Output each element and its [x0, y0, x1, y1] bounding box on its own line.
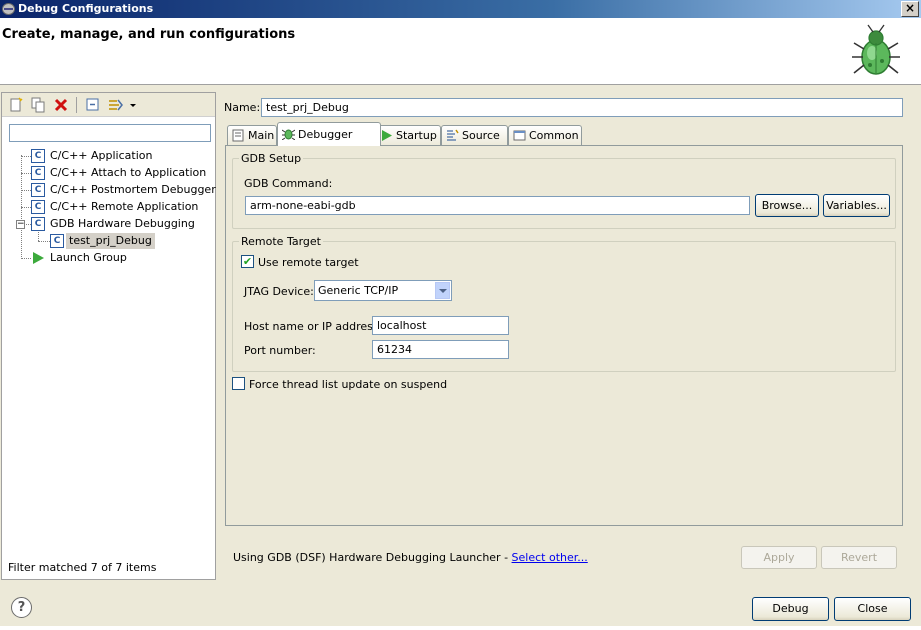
tree-connector [21, 207, 31, 208]
tab-label: Main [248, 129, 275, 142]
variables-button[interactable]: Variables... [823, 194, 890, 217]
remote-target-title: Remote Target [239, 235, 323, 248]
launcher-text: Using GDB (DSF) Hardware Debugging Launc… [233, 551, 512, 564]
c-config-icon: C [31, 217, 45, 231]
config-tabs: Main Debugger Startup Source Common [225, 122, 903, 146]
gdb-command-input[interactable]: arm-none-eabi-gdb [245, 196, 750, 215]
startup-tab-icon [382, 130, 392, 141]
debug-app-icon [2, 3, 15, 15]
host-input[interactable]: localhost [372, 316, 509, 335]
toolbar-separator [76, 97, 77, 113]
revert-button[interactable]: Revert [821, 546, 897, 569]
delete-config-icon[interactable] [53, 97, 69, 113]
tree-item-label: C/C++ Postmortem Debugger [50, 183, 216, 196]
close-button[interactable]: Close [834, 597, 911, 621]
gdb-setup-title: GDB Setup [239, 152, 304, 165]
force-thread-update-label: Force thread list update on suspend [249, 378, 448, 391]
tree-connector [21, 190, 31, 191]
browse-button[interactable]: Browse... [755, 194, 819, 217]
force-thread-update-checkbox[interactable] [232, 377, 245, 390]
tree-connector [21, 155, 22, 257]
tree-item-label: test_prj_Debug [66, 233, 155, 249]
port-label: Port number: [244, 344, 316, 357]
select-other-link[interactable]: Select other... [512, 551, 588, 564]
c-config-icon: C [50, 234, 64, 248]
window-title: Debug Configurations [18, 2, 154, 15]
bottom-edge [0, 626, 921, 630]
jtag-device-select[interactable]: Generic TCP/IP [314, 280, 452, 301]
tab-label: Startup [396, 129, 437, 142]
tab-common[interactable]: Common [508, 125, 582, 146]
tab-debugger[interactable]: Debugger [277, 122, 381, 146]
dialog-header: Create, manage, and run configurations [0, 18, 921, 85]
debug-button[interactable]: Debug [752, 597, 829, 621]
port-input[interactable]: 61234 [372, 340, 509, 359]
apply-button[interactable]: Apply [741, 546, 817, 569]
debugger-tab-panel: GDB Setup GDB Command: arm-none-eabi-gdb… [225, 145, 903, 526]
gdb-setup-group: GDB Setup GDB Command: arm-none-eabi-gdb… [232, 152, 896, 229]
name-label: Name: [224, 101, 261, 114]
dialog-header-title: Create, manage, and run configurations [2, 27, 296, 42]
filter-icon[interactable] [108, 97, 124, 113]
jtag-device-label: JTAG Device: [244, 285, 314, 298]
chevron-down-icon[interactable] [435, 282, 450, 299]
tree-connector [21, 173, 31, 174]
config-list-toolbar [2, 93, 215, 117]
tree-connector [38, 241, 50, 242]
collapse-all-icon[interactable] [85, 97, 101, 113]
window-close-button[interactable]: × [901, 1, 919, 17]
tree-connector [21, 258, 31, 259]
tree-connector [21, 156, 31, 157]
tree-item-label: Launch Group [50, 251, 127, 264]
tab-source[interactable]: Source [441, 125, 508, 146]
gdb-command-label: GDB Command: [244, 177, 333, 190]
bug-icon [852, 24, 900, 75]
config-list-panel: − C C/C++ Application C C/C++ Attach to … [1, 92, 216, 580]
c-config-icon: C [31, 183, 45, 197]
tab-startup[interactable]: Startup [375, 125, 441, 146]
duplicate-config-icon[interactable] [30, 97, 46, 113]
debugger-tab-icon [282, 129, 295, 140]
c-config-icon: C [31, 166, 45, 180]
window-title-bar: Debug Configurations × [0, 0, 921, 18]
tree-connector [38, 232, 39, 241]
source-tab-icon [447, 129, 459, 141]
launcher-info: Using GDB (DSF) Hardware Debugging Launc… [233, 551, 588, 564]
use-remote-target-label: Use remote target [258, 256, 359, 269]
host-label: Host name or IP address: [244, 320, 383, 333]
new-config-icon[interactable] [8, 97, 24, 113]
launch-group-icon [33, 252, 44, 264]
tab-label: Source [462, 129, 500, 142]
remote-target-group: Remote Target ✔ Use remote target JTAG D… [232, 235, 896, 372]
tab-label: Common [529, 129, 579, 142]
tree-item-label: C/C++ Application [50, 149, 153, 162]
filter-status-text: Filter matched 7 of 7 items [8, 561, 157, 574]
c-config-icon: C [31, 200, 45, 214]
use-remote-target-checkbox[interactable]: ✔ [241, 255, 254, 268]
tree-item-label: C/C++ Attach to Application [50, 166, 207, 179]
config-name-input[interactable]: test_prj_Debug [261, 98, 903, 117]
tree-item-label: C/C++ Remote Application [50, 200, 199, 213]
tab-label: Debugger [298, 128, 353, 141]
main-tab-icon [232, 129, 244, 142]
help-icon[interactable]: ? [11, 597, 32, 618]
tree-item-label: GDB Hardware Debugging [50, 217, 195, 230]
view-menu-chevron-down-icon[interactable] [128, 97, 138, 113]
jtag-device-value: Generic TCP/IP [318, 284, 399, 297]
tab-main[interactable]: Main [227, 125, 277, 146]
common-tab-icon [513, 130, 526, 141]
tree-collapse-toggle[interactable]: − [16, 220, 25, 229]
c-config-icon: C [31, 149, 45, 163]
filter-input[interactable] [9, 124, 211, 142]
